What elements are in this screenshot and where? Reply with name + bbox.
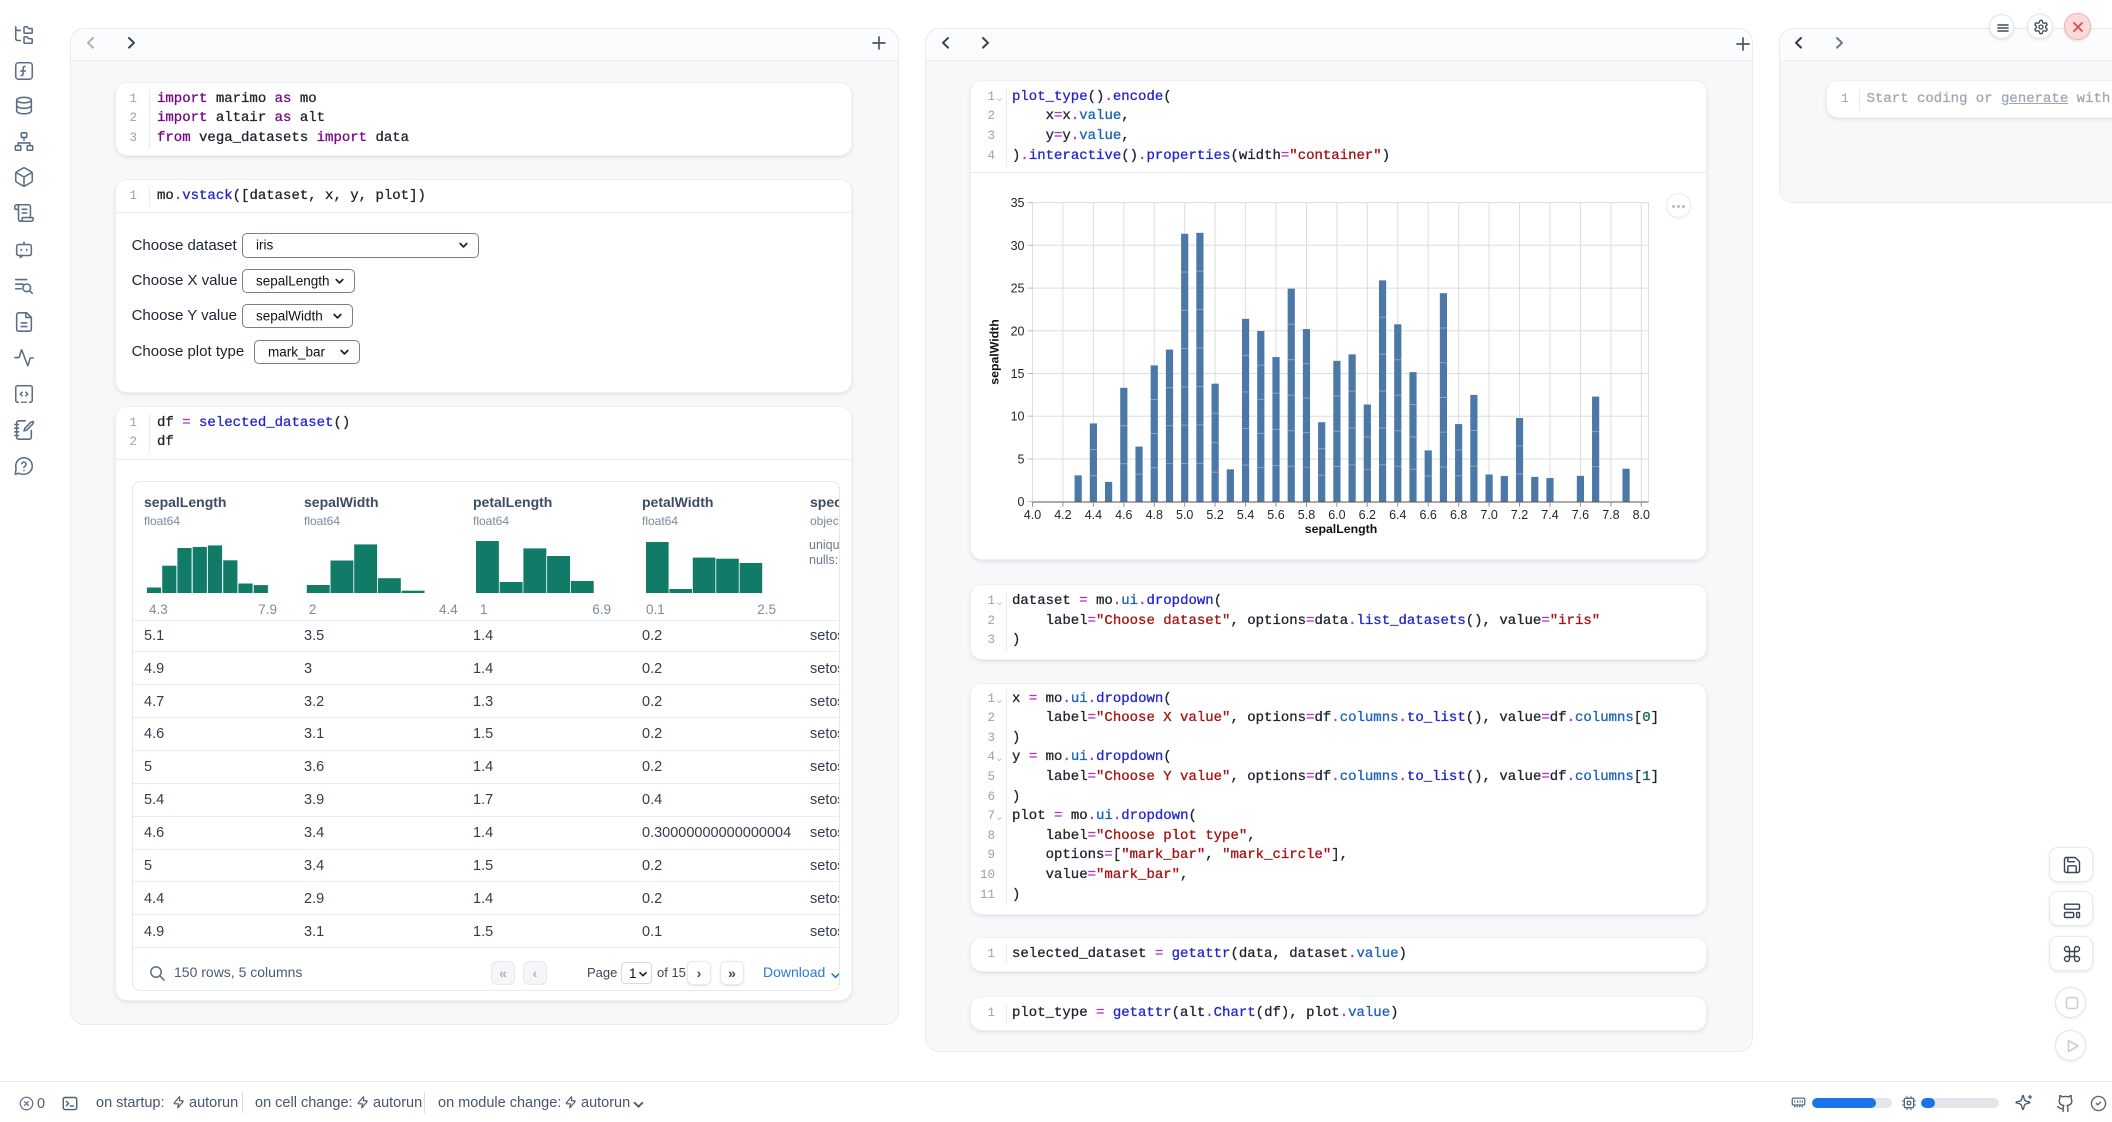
svg-text:4.2: 4.2 [1054,508,1071,522]
svg-text:30: 30 [1011,239,1025,253]
svg-text:6.6: 6.6 [1420,508,1437,522]
svg-text:5.0: 5.0 [1176,508,1193,522]
svg-text:5.6: 5.6 [1267,508,1284,522]
svg-text:5.4: 5.4 [1237,508,1254,522]
svg-text:4.8: 4.8 [1146,508,1163,522]
svg-text:4.0: 4.0 [1024,508,1041,522]
svg-text:sepalWidth: sepalWidth [988,319,1002,384]
svg-text:5.8: 5.8 [1298,508,1315,522]
svg-text:5.2: 5.2 [1206,508,1223,522]
svg-text:4.4: 4.4 [1085,508,1102,522]
svg-text:20: 20 [1011,324,1025,338]
svg-text:4.6: 4.6 [1115,508,1132,522]
svg-text:6.8: 6.8 [1450,508,1467,522]
svg-text:15: 15 [1011,367,1025,381]
svg-text:7.0: 7.0 [1480,508,1497,522]
svg-text:6.0: 6.0 [1328,508,1345,522]
svg-text:35: 35 [1011,196,1025,210]
svg-text:7.8: 7.8 [1602,508,1619,522]
svg-text:6.4: 6.4 [1389,508,1406,522]
svg-text:5: 5 [1018,453,1025,467]
svg-text:25: 25 [1011,282,1025,296]
svg-text:7.2: 7.2 [1511,508,1528,522]
svg-text:6.2: 6.2 [1359,508,1376,522]
svg-text:7.4: 7.4 [1541,508,1558,522]
svg-text:10: 10 [1011,410,1025,424]
svg-text:7.6: 7.6 [1572,508,1589,522]
svg-text:0: 0 [1018,495,1025,509]
svg-text:8.0: 8.0 [1633,508,1650,522]
svg-text:sepalLength: sepalLength [1305,522,1377,536]
